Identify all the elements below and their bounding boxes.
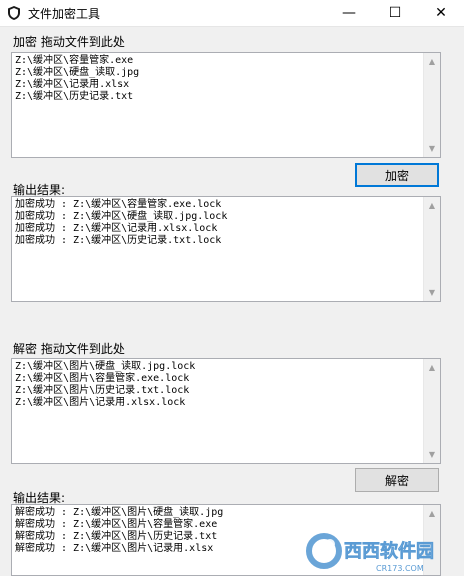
title-bar: 文件加密工具 — ☐ ✕	[0, 0, 464, 27]
output-line: 加密成功 : Z:\缓冲区\容量管家.exe.lock	[15, 199, 222, 210]
chevron-up-icon[interactable]: ▲	[424, 505, 440, 522]
window-title: 文件加密工具	[28, 7, 101, 21]
list-item: Z:\缓冲区\历史记录.txt	[15, 91, 134, 102]
minimize-button[interactable]: —	[326, 0, 372, 26]
close-button[interactable]: ✕	[418, 0, 464, 26]
list-item: Z:\缓冲区\图片\记录用.xlsx.lock	[15, 397, 186, 408]
vertical-scrollbar[interactable]: ▲ ▼	[423, 53, 440, 157]
list-item: Z:\缓冲区\图片\容量管家.exe.lock	[15, 373, 190, 384]
shield-icon	[8, 6, 20, 20]
watermark-brand: 西西软件园	[344, 540, 434, 562]
chevron-down-icon[interactable]: ▼	[424, 140, 440, 157]
maximize-button[interactable]: ☐	[372, 0, 418, 26]
encrypt-file-list[interactable]: Z:\缓冲区\容量管家.exe Z:\缓冲区\硬盘_读取.jpg Z:\缓冲区\记录…	[11, 52, 441, 158]
decrypt-file-list[interactable]: Z:\缓冲区\图片\硬盘_读取.jpg.lock Z:\缓冲区\图片\容量管家.e…	[11, 358, 441, 464]
output-line: 加密成功 : Z:\缓冲区\记录用.xlsx.lock	[15, 223, 218, 234]
watermark-url: CR173.COM	[376, 564, 424, 573]
chevron-up-icon[interactable]: ▲	[424, 53, 440, 70]
list-item: Z:\缓冲区\图片\历史记录.txt.lock	[15, 385, 190, 396]
list-item: Z:\缓冲区\容量管家.exe	[15, 55, 134, 66]
output-line: 加密成功 : Z:\缓冲区\历史记录.txt.lock	[15, 235, 222, 246]
decrypt-button[interactable]: 解密	[355, 468, 439, 492]
watermark-logo: 西西软件园 CR173.COM	[306, 533, 434, 573]
chevron-up-icon[interactable]: ▲	[424, 197, 440, 214]
list-item: Z:\缓冲区\记录用.xlsx	[15, 79, 130, 90]
encrypt-drop-label: 加密 拖动文件到此处	[13, 35, 125, 49]
chevron-down-icon[interactable]: ▼	[424, 446, 440, 463]
chevron-down-icon[interactable]: ▼	[424, 284, 440, 301]
encrypt-output-box[interactable]: 加密成功 : Z:\缓冲区\容量管家.exe.lock 加密成功 : Z:\缓冲区…	[11, 196, 441, 302]
chevron-up-icon[interactable]: ▲	[424, 359, 440, 376]
vertical-scrollbar[interactable]: ▲ ▼	[423, 197, 440, 301]
list-item: Z:\缓冲区\图片\硬盘_读取.jpg.lock	[15, 361, 196, 372]
encrypt-button[interactable]: 加密	[355, 163, 439, 187]
output-line: 解密成功 : Z:\缓冲区\图片\硬盘_读取.jpg	[15, 507, 224, 518]
vertical-scrollbar[interactable]: ▲ ▼	[423, 359, 440, 463]
decrypt-drop-label: 解密 拖动文件到此处	[13, 342, 125, 356]
output-line: 加密成功 : Z:\缓冲区\硬盘_读取.jpg.lock	[15, 211, 228, 222]
list-item: Z:\缓冲区\硬盘_读取.jpg	[15, 67, 140, 78]
